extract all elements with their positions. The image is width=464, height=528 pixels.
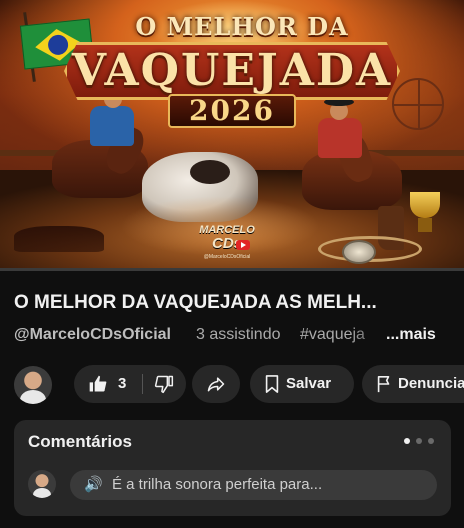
video-title[interactable]: O MELHOR DA VAQUEJADA AS MELH... — [14, 292, 454, 314]
flag-icon — [376, 375, 392, 393]
pager-dot-active — [404, 438, 410, 444]
save-label: Salvar — [286, 375, 332, 392]
channel-avatar[interactable] — [14, 366, 52, 404]
rider-left — [90, 106, 134, 146]
comments-title: Comentários — [28, 432, 132, 451]
video-thumbnail[interactable]: O MELHOR DA VAQUEJADA 2026 MARCELO CDs @… — [0, 0, 464, 270]
thumbnail-title-line2: VAQUEJADA — [71, 45, 393, 96]
report-label: Denunciar — [398, 375, 464, 392]
speaker-icon: 🔊 — [84, 476, 103, 493]
comment-preview-text: É a trilha sonora perfeita para... — [112, 476, 323, 493]
bull-spot — [190, 160, 230, 184]
thumbnail-title-line1: O MELHOR DA — [135, 12, 349, 41]
comments-pager — [404, 438, 438, 446]
video-progress-bar[interactable] — [0, 268, 464, 271]
action-bar: 3 Salvar Denunciar — [0, 362, 464, 406]
pager-dot — [428, 438, 434, 444]
divider — [142, 374, 143, 394]
share-button[interactable] — [192, 365, 240, 403]
belt-buckle — [342, 240, 376, 264]
video-meta[interactable]: @MarceloCDsOficial 3 assistindo #vaqueja… — [14, 326, 454, 348]
report-button[interactable]: Denunciar — [362, 365, 464, 403]
thumbs-down-icon[interactable] — [154, 374, 174, 394]
bookmark-icon — [264, 375, 280, 393]
like-dislike-group: 3 — [74, 365, 186, 403]
viewer-count: 3 assistindo — [196, 326, 281, 343]
logo-line3: @MarceloCDsOficial — [203, 254, 251, 260]
background-riders — [14, 226, 104, 252]
more-link[interactable]: ...mais — [386, 326, 436, 344]
like-count: 3 — [118, 375, 127, 392]
pager-dot — [416, 438, 422, 444]
thumbs-up-icon[interactable] — [88, 374, 108, 394]
trophy-icon — [410, 192, 440, 218]
youtube-icon — [236, 240, 250, 250]
thumbnail-year: 2026 — [189, 94, 275, 127]
channel-handle[interactable]: @MarceloCDsOficial — [14, 326, 171, 344]
share-icon — [206, 374, 226, 394]
comments-card[interactable]: Comentários 🔊 É a trilha sonora perfeita… — [14, 420, 451, 516]
comment-preview[interactable]: 🔊 É a trilha sonora perfeita para... — [70, 470, 437, 500]
channel-logo: MARCELO CDs @MarceloCDsOficial — [196, 224, 258, 264]
trophy-base — [418, 218, 432, 232]
rider-right — [318, 118, 362, 158]
save-button[interactable]: Salvar — [250, 365, 354, 403]
commenter-avatar — [28, 470, 56, 498]
